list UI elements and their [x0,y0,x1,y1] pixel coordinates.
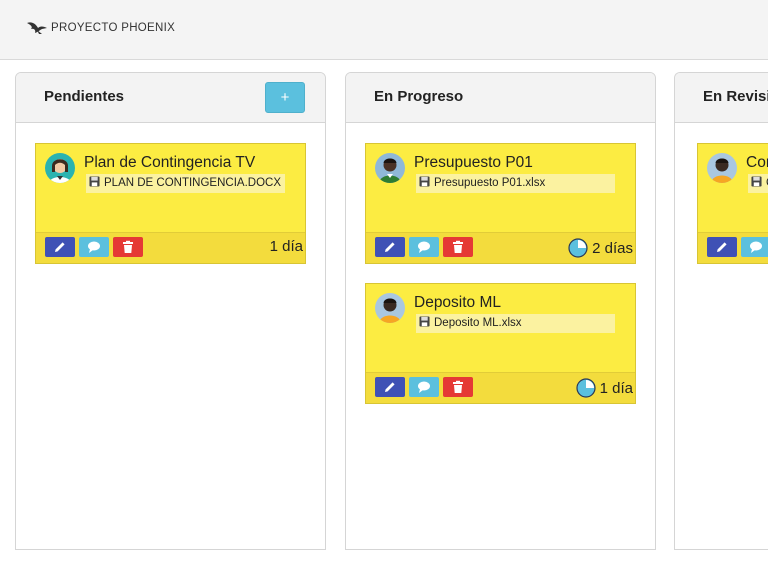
comment-icon [750,241,762,253]
clock-icon [568,238,588,258]
task-card[interactable]: Plan de Contingencia TV PLAN DE CONTINGE… [35,143,306,264]
edit-button[interactable] [375,237,405,257]
task-card[interactable]: Con C [697,143,768,264]
column-header: En Progreso [346,73,655,123]
clock-icon [576,378,596,398]
due-indicator: 1 día [270,238,303,255]
delete-button[interactable] [443,237,473,257]
due-text: 1 día [269,238,303,255]
task-card[interactable]: Presupuesto P01 Presupuesto P01.xlsx 2 d… [365,143,636,264]
trash-icon [123,240,133,253]
column-en-revision: En Revisi Con C [674,72,768,550]
pencil-icon [385,382,395,392]
delete-button[interactable] [113,237,143,257]
comment-button[interactable] [409,377,439,397]
phoenix-logo-icon [27,22,47,34]
card-title: Presupuesto P01 [414,154,533,171]
pencil-icon [717,242,727,252]
app-name: PROYECTO PHOENIX [51,22,176,34]
floppy-disk-icon [419,176,430,187]
card-title: Deposito ML [414,294,502,311]
card-footer [698,232,768,263]
card-footer: 1 día [36,232,305,263]
column-pendientes: Pendientes + Plan de Contingencia TV PLA… [15,72,326,550]
trash-icon [453,240,463,253]
floppy-disk-icon [419,316,430,327]
comment-button[interactable] [741,237,768,257]
avatar [375,293,405,323]
edit-button[interactable] [375,377,405,397]
column-title: En Revisi [703,88,768,105]
card-title: Plan de Contingencia TV [84,154,256,171]
card-footer: 2 días [366,232,635,263]
column-header: Pendientes + [16,73,325,123]
column-title: En Progreso [374,88,464,105]
comment-icon [88,241,100,253]
attachment-filename: Presupuesto P01.xlsx [434,177,546,189]
trash-icon [453,380,463,393]
card-title: Con [746,154,768,171]
top-bar: PROYECTO PHOENIX [0,0,768,60]
attachment-filename: Deposito ML.xlsx [434,317,522,329]
floppy-disk-icon [751,176,762,187]
attachment-link[interactable]: C [748,174,768,193]
comment-icon [418,241,430,253]
attachment-link[interactable]: PLAN DE CONTINGENCIA.DOCX [86,174,285,193]
pencil-icon [385,242,395,252]
comment-button[interactable] [409,237,439,257]
edit-button[interactable] [45,237,75,257]
add-card-button[interactable]: + [265,82,305,113]
attachment-filename: PLAN DE CONTINGENCIA.DOCX [104,177,281,189]
pencil-icon [55,242,65,252]
kanban-board: Pendientes + Plan de Contingencia TV PLA… [0,60,768,570]
edit-button[interactable] [707,237,737,257]
comment-icon [418,381,430,393]
delete-button[interactable] [443,377,473,397]
due-text: 1 día [599,379,633,397]
brand[interactable]: PROYECTO PHOENIX [26,20,175,36]
card-footer: 1 día [366,372,635,403]
due-text: 2 días [592,239,633,257]
attachment-link[interactable]: Presupuesto P01.xlsx [416,174,615,193]
avatar [375,153,405,183]
avatar [707,153,737,183]
task-card[interactable]: Deposito ML Deposito ML.xlsx 1 día [365,283,636,404]
avatar [45,153,75,183]
column-header: En Revisi [675,73,768,123]
due-indicator: 1 día [576,378,633,398]
column-en-progreso: En Progreso Presupuesto P01 Presupuesto … [345,72,656,550]
comment-button[interactable] [79,237,109,257]
floppy-disk-icon [89,176,100,187]
attachment-link[interactable]: Deposito ML.xlsx [416,314,615,333]
due-indicator: 2 días [568,238,633,258]
column-title: Pendientes [44,88,125,105]
